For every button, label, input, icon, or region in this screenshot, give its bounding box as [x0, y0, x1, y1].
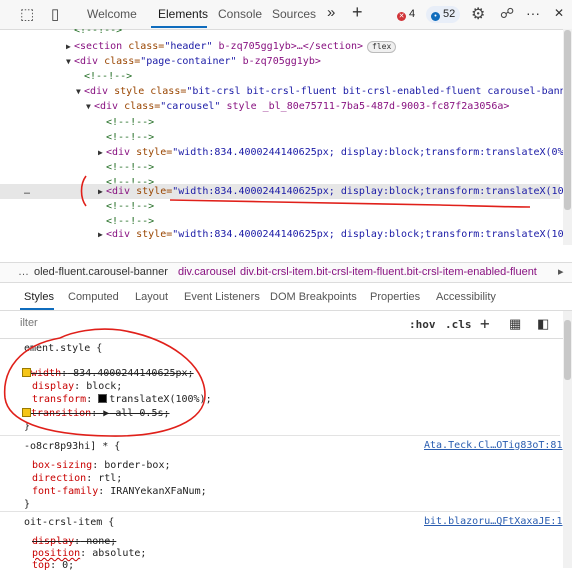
tree-node-carousel-item-2-selected[interactable]: … ▶ <div style="width:834.4000244140625px… [0, 184, 572, 199]
close-devtools-button[interactable]: ✕ [554, 6, 564, 20]
styles-scrollbar[interactable] [563, 311, 572, 568]
tree-node-page-container[interactable]: ▼ <div class="page-container" b-zq705gg1y… [66, 54, 321, 69]
collapse-arrow-icon[interactable]: ▼ [76, 84, 84, 99]
expand-arrow-icon[interactable]: ▶ [66, 39, 74, 54]
hover-state-toggle[interactable]: :hov [409, 318, 436, 331]
tree-node-carousel-item-3[interactable]: ▶ <div style="width:834.4000244140625px; … [98, 227, 572, 242]
collapse-arrow-icon[interactable]: ▼ [86, 99, 94, 114]
style-declaration-box-sizing[interactable]: box-sizing: border-box; [32, 459, 171, 472]
tab-console[interactable]: Console [218, 7, 262, 21]
style-declaration-transition[interactable]: transition: ▶ all 0.5s; [22, 407, 170, 420]
devtools-tab-bar: ⬚ ▯ Welcome Elements Console Sources » +… [0, 0, 572, 30]
breadcrumb-scroll-right-icon[interactable]: ▸ [558, 263, 564, 282]
breadcrumb: … oled-fluent.carousel-banner div.carous… [0, 262, 572, 283]
tab-accessibility[interactable]: Accessibility [436, 291, 496, 303]
message-icon: • [431, 12, 440, 21]
new-style-rule-button[interactable]: + [480, 314, 490, 333]
tree-node-carousel-item-1[interactable]: ▶ <div style="width:834.4000244140625px; … [98, 145, 572, 160]
tab-sources[interactable]: Sources [272, 7, 316, 21]
tab-computed[interactable]: Computed [68, 291, 119, 303]
breadcrumb-carousel-banner[interactable]: oled-fluent.carousel-banner [34, 263, 168, 282]
universal-rule-selector: -o8cr8p93hi] * { [24, 441, 121, 452]
tree-node-carousel[interactable]: ▼ <div class="carousel" style _bl_80e7571… [86, 99, 509, 114]
rule-close-brace: } [24, 421, 31, 432]
customize-menu-button[interactable]: ··· [526, 5, 540, 21]
errors-count: 4 [409, 8, 416, 20]
tree-node-section-header[interactable]: ▶ <section class="header" b-zq705gg1yb>…<… [66, 39, 397, 54]
style-declaration-width[interactable]: width: 834.4000244140625px; [22, 367, 194, 380]
flex-badge[interactable]: flex [367, 41, 397, 53]
breadcrumb-carousel-item[interactable]: div.bit-crsl-item.bit-crsl-item-fluent.b… [240, 263, 545, 282]
more-tabs-button[interactable]: » [327, 4, 335, 21]
rule-divider [0, 511, 560, 512]
style-declaration-display[interactable]: display: block; [32, 380, 122, 393]
tab-properties[interactable]: Properties [370, 291, 420, 303]
device-toolbar-icon[interactable]: ▯ [51, 5, 59, 23]
rule-source-link[interactable]: Ata.Teck.Cl…OTig83oT:81 [424, 440, 562, 451]
style-declaration-top[interactable]: top: 0; [32, 559, 74, 572]
tab-welcome[interactable]: Welcome [87, 7, 137, 21]
tab-elements[interactable]: Elements [158, 7, 208, 21]
tab-layout[interactable]: Layout [135, 291, 168, 303]
toggle-sidebar-icon[interactable]: ◧ [537, 316, 549, 332]
tree-scrollbar[interactable] [563, 29, 572, 245]
property-warning-icon[interactable] [22, 408, 31, 417]
tree-node-comment[interactable]: <!--!--> [106, 160, 154, 175]
bit-crsl-item-selector: oit-crsl-item { [24, 517, 115, 528]
class-toggle[interactable]: .cls [445, 318, 472, 331]
errors-badge[interactable]: ✕ 4 [392, 6, 420, 23]
tab-event-listeners[interactable]: Event Listeners [184, 291, 260, 303]
tree-node-comment[interactable]: <!--!--> [84, 69, 132, 84]
inspect-element-icon[interactable]: ⬚ [20, 5, 34, 23]
tree-node-carousel-banner[interactable]: ▼ <div style class="bit-crsl bit-crsl-flu… [76, 84, 572, 99]
add-tab-button[interactable]: + [352, 2, 363, 23]
messages-count: 52 [443, 8, 456, 20]
active-subtab-indicator [20, 308, 54, 310]
dom-tree: <!--!--> ▶ <section class="header" b-zq70… [0, 29, 572, 261]
tab-styles[interactable]: Styles [24, 291, 54, 303]
collapse-arrow-icon[interactable]: ▼ [66, 54, 74, 69]
styles-filter-input[interactable] [20, 317, 320, 329]
style-declaration-transform[interactable]: transform: translateX(100%); [32, 393, 212, 406]
expand-arrow-icon[interactable]: ▶ [98, 145, 106, 160]
element-style-selector: ement.style { [24, 343, 103, 354]
element-state-icon[interactable]: ▦ [509, 316, 521, 332]
settings-gear-icon[interactable]: ⚙ [471, 4, 485, 24]
tab-dom-breakpoints[interactable]: DOM Breakpoints [270, 291, 357, 303]
messages-badge[interactable]: • 52 [426, 6, 461, 23]
expand-arrow-icon[interactable]: ▶ [98, 184, 106, 199]
feedback-icon[interactable]: ☍ [500, 5, 514, 22]
rule-close-brace: } [24, 499, 31, 510]
breadcrumb-overflow[interactable]: … [18, 263, 29, 282]
active-tab-indicator [151, 26, 207, 28]
expand-arrow-icon[interactable]: ▶ [98, 227, 106, 242]
tree-node-comment[interactable]: <!--!--> [106, 130, 154, 145]
tree-node-comment[interactable]: <!--!--> [74, 29, 122, 38]
tree-scrollbar-thumb[interactable] [564, 30, 571, 210]
tree-node-comment[interactable]: <!--!--> [106, 199, 154, 214]
selected-node-marker: … [24, 186, 31, 197]
styles-scrollbar-thumb[interactable] [564, 320, 571, 380]
property-warning-icon[interactable] [22, 368, 31, 377]
styles-pane-tabs: Styles Computed Layout Event Listeners D… [0, 283, 572, 311]
breadcrumb-carousel[interactable]: div.carousel [178, 263, 236, 282]
tree-node-comment[interactable]: <!--!--> [106, 115, 154, 130]
rule-divider [0, 435, 560, 436]
style-declaration-direction[interactable]: direction: rtl; [32, 472, 122, 485]
styles-filter-bar: :hov .cls + ▦ ◧ [0, 311, 572, 339]
error-icon: ✕ [397, 12, 406, 21]
transform-editor-icon[interactable] [98, 394, 108, 403]
rule-source-link[interactable]: bit.blazoru…QFtXaxaJE:1 [424, 516, 562, 527]
style-declaration-font-family[interactable]: font-family: IRANYekanXFaNum; [32, 485, 207, 498]
